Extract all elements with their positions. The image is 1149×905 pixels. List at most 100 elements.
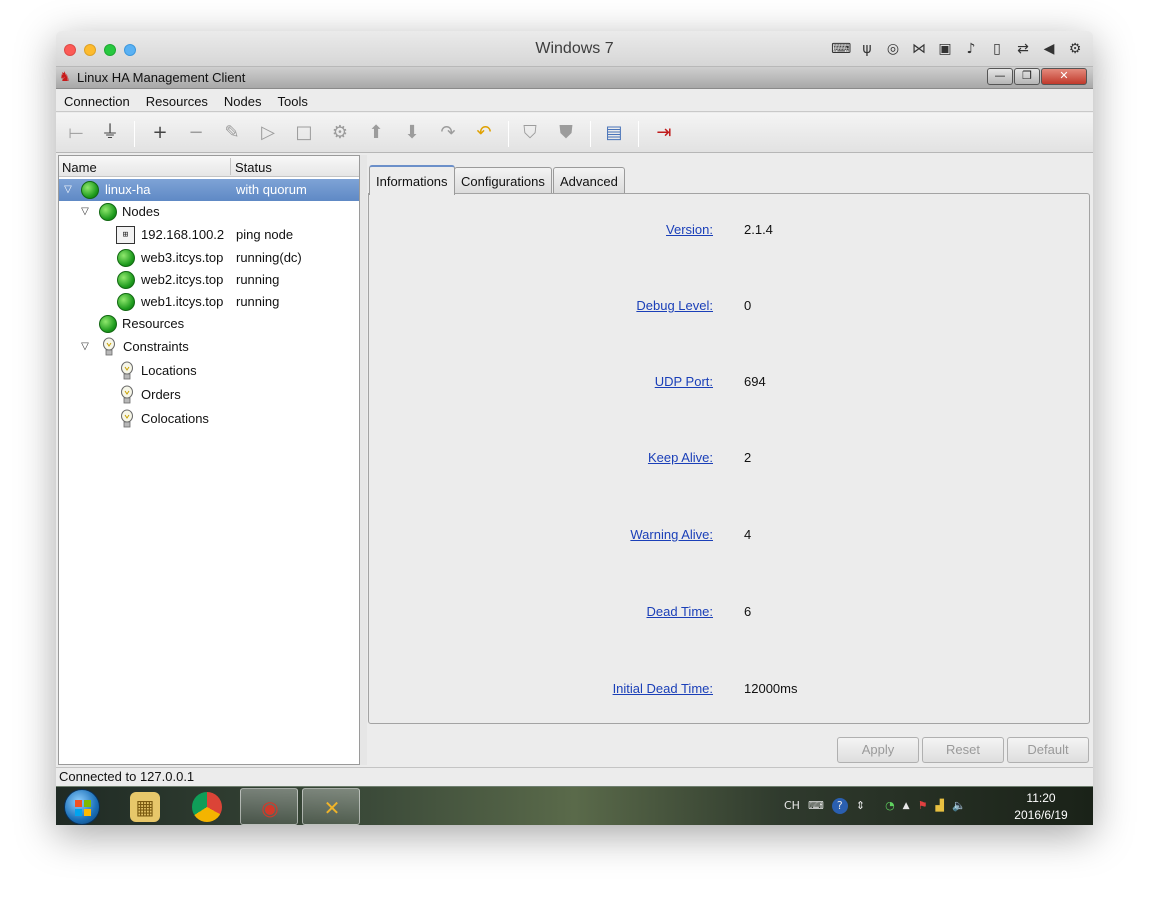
usb-icon[interactable]: ψ: [857, 40, 877, 58]
status-column-header[interactable]: Status: [235, 160, 272, 175]
vm-toolbar: ⌨ ψ ◎ ⋈ ▣ ♪ ▯ ⇄ ◀ ⚙: [831, 40, 1085, 58]
expand-toggle-icon[interactable]: ▽: [79, 341, 91, 353]
tree-row-web3[interactable]: web3.itcys.top running(dc): [59, 247, 359, 269]
disk-icon[interactable]: ▣: [935, 40, 955, 58]
tree-row-constraints[interactable]: ▽ Constraints: [59, 336, 359, 358]
initial-dead-time-value: 12000ms: [744, 681, 798, 696]
version-label[interactable]: Version:: [666, 222, 713, 237]
folder-icon: ▦: [130, 792, 160, 822]
expand-toggle-icon[interactable]: ▽: [62, 184, 74, 196]
menu-resources[interactable]: Resources: [138, 90, 216, 111]
show-hidden-icons-button[interactable]: ▲: [903, 796, 910, 818]
redo-icon[interactable]: ↷: [436, 121, 460, 145]
tree-row-resources[interactable]: Resources: [59, 313, 359, 335]
disconnect-icon[interactable]: ⏚: [98, 121, 122, 145]
windows-taskbar: ▦ ◉ ✕ CH ⌨ ? ⇕ ◔ ▲ ⚑ ▟ 🔈 11:20 2016/6/19: [56, 786, 1093, 825]
volume-tray-icon[interactable]: 🔈: [952, 796, 966, 818]
input-language[interactable]: CH: [784, 796, 800, 818]
exit-icon[interactable]: ⇥: [652, 121, 676, 145]
status-ok-icon: [81, 181, 99, 199]
status-ok-icon: [117, 293, 135, 311]
move-up-icon[interactable]: ⬆: [364, 121, 388, 145]
standby-node-icon[interactable]: ⛉: [518, 121, 542, 145]
tree-label: web3.itcys.top: [141, 250, 224, 265]
move-down-icon[interactable]: ⬇: [400, 121, 424, 145]
taskbar-clock[interactable]: 11:20 2016/6/19: [996, 790, 1086, 824]
tab-advanced[interactable]: Advanced: [553, 167, 625, 193]
maximize-button[interactable]: ❐: [1014, 68, 1040, 85]
tree-row-nodes[interactable]: ▽ Nodes: [59, 201, 359, 223]
undo-icon[interactable]: ↶: [472, 121, 496, 145]
active-node-icon[interactable]: ⛊: [554, 121, 578, 145]
menu-tools[interactable]: Tools: [270, 90, 316, 111]
clock-date: 2016/6/19: [1014, 808, 1068, 822]
chrome-icon: [192, 792, 222, 822]
warning-alive-label[interactable]: Warning Alive:: [630, 527, 713, 542]
tab-configurations[interactable]: Configurations: [454, 167, 552, 193]
shared-folder-icon[interactable]: ⇄: [1013, 40, 1033, 58]
wifi-tray-icon[interactable]: ◔: [885, 796, 895, 818]
tree-row-web1[interactable]: web1.itcys.top running: [59, 291, 359, 313]
tab-informations[interactable]: Informations: [369, 165, 455, 195]
menu-connection[interactable]: Connection: [56, 90, 138, 111]
action-center-icon[interactable]: ⚑: [918, 796, 928, 818]
shell-taskbar-button[interactable]: ◉: [240, 788, 298, 825]
pane-splitter[interactable]: [360, 155, 367, 765]
default-button[interactable]: Default: [1007, 737, 1089, 763]
explorer-taskbar-button[interactable]: ▦: [116, 788, 174, 825]
dead-time-label[interactable]: Dead Time:: [647, 604, 713, 619]
keyboard-icon[interactable]: ⌨: [831, 40, 851, 58]
tree-label: Nodes: [122, 204, 160, 219]
close-button[interactable]: ✕: [1041, 68, 1087, 85]
view-log-icon[interactable]: ▤: [602, 121, 626, 145]
apply-button[interactable]: Apply: [837, 737, 919, 763]
reset-button[interactable]: Reset: [922, 737, 1004, 763]
menu-nodes[interactable]: Nodes: [216, 90, 270, 111]
tree-row-locations[interactable]: Locations: [59, 360, 359, 382]
signal-tray-icon[interactable]: ▟: [935, 796, 943, 818]
tree-label: Locations: [141, 363, 197, 378]
tree-row-colocations[interactable]: Colocations: [59, 408, 359, 430]
start-button[interactable]: [64, 789, 100, 825]
remove-icon[interactable]: −: [184, 121, 208, 145]
tree-row-orders[interactable]: Orders: [59, 384, 359, 406]
network-icon[interactable]: ⋈: [909, 40, 929, 58]
tree-row-cluster[interactable]: ▽ linux-ha with quorum: [59, 179, 359, 201]
add-icon[interactable]: +: [148, 121, 172, 145]
name-column-header[interactable]: Name: [62, 160, 97, 175]
constraint-bulb-icon: [121, 409, 133, 428]
expand-toggle-icon[interactable]: ▽: [79, 206, 91, 218]
app-titlebar: ♞ Linux HA Management Client — ❐ ✕: [56, 67, 1093, 89]
start-icon[interactable]: ▷: [256, 121, 280, 145]
status-ok-icon: [99, 203, 117, 221]
stop-icon[interactable]: □: [292, 121, 316, 145]
xmanager-taskbar-button[interactable]: ✕: [302, 788, 360, 825]
tree-label: Resources: [122, 316, 185, 331]
back-icon[interactable]: ◀: [1039, 40, 1059, 58]
tree-status: running: [236, 294, 280, 309]
informations-panel: Version: 2.1.4 Debug Level: 0 UDP Port: …: [368, 193, 1090, 724]
debug-level-label[interactable]: Debug Level:: [636, 298, 713, 313]
keep-alive-label[interactable]: Keep Alive:: [648, 450, 713, 465]
ime-options-icon[interactable]: ⇕: [856, 796, 865, 818]
keyboard-tray-icon[interactable]: ⌨: [808, 796, 824, 818]
connect-icon[interactable]: ⟝: [64, 121, 88, 145]
cleanup-icon[interactable]: ✎: [220, 121, 244, 145]
help-tray-icon[interactable]: ?: [831, 798, 848, 814]
settings-icon[interactable]: ⚙: [1065, 40, 1085, 58]
tree-row-ping-node[interactable]: ⊞ 192.168.100.2 ping node: [59, 224, 359, 246]
tree-row-web2[interactable]: web2.itcys.top running: [59, 269, 359, 291]
tree-status: ping node: [236, 227, 294, 242]
cd-icon[interactable]: ◎: [883, 40, 903, 58]
initial-dead-time-label[interactable]: Initial Dead Time:: [613, 681, 713, 696]
action-buttons: Apply Reset Default: [367, 735, 1093, 763]
mac-titlebar: Windows 7 ⌨ ψ ◎ ⋈ ▣ ♪ ▯ ⇄ ◀ ⚙: [56, 31, 1093, 67]
minimize-button[interactable]: —: [987, 68, 1013, 85]
tree-label: linux-ha: [105, 182, 151, 197]
gear-group-icon[interactable]: ⚙: [328, 121, 352, 145]
windows-logo-icon: [75, 800, 91, 816]
sound-icon[interactable]: ♪: [961, 40, 981, 58]
udp-port-label[interactable]: UDP Port:: [655, 374, 713, 389]
chrome-taskbar-button[interactable]: [178, 788, 236, 825]
phone-icon[interactable]: ▯: [987, 40, 1007, 58]
